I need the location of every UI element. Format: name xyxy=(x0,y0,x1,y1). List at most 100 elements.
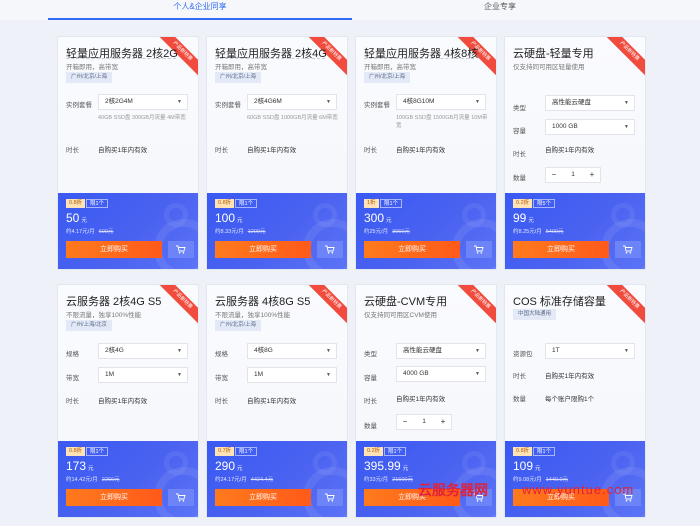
duration-value: 自购买1年内有效 xyxy=(247,398,297,405)
price-value: 100 xyxy=(215,211,236,225)
add-to-cart-button[interactable] xyxy=(317,241,343,258)
monthly-price: 约14.42元/月 2266元 xyxy=(66,475,120,483)
buy-now-button[interactable]: 立即购买 xyxy=(66,241,162,258)
tab-personal-enterprise[interactable]: 个人&企业同享 xyxy=(48,0,352,20)
spec-description: 100GB SSD盘 1500GB月流量 10M带宽 xyxy=(396,115,488,129)
discount-badge: 1折 xyxy=(364,199,379,208)
decrement-button[interactable]: − xyxy=(546,168,562,182)
title-underline xyxy=(215,58,325,59)
monthly-value: 约14.42元/月 xyxy=(66,477,98,483)
discount-badge: 0.2折 xyxy=(513,199,533,208)
price-value: 300 xyxy=(364,211,385,225)
spec-select[interactable]: 2核4G6M ▼ xyxy=(247,94,337,110)
decoration-circle xyxy=(611,203,635,227)
chevron-down-icon: ▼ xyxy=(326,99,331,105)
disk-type-select[interactable]: 高性能云硬盘 ▼ xyxy=(545,95,635,111)
chevron-down-icon: ▼ xyxy=(326,372,331,378)
original-price: 600元 xyxy=(98,229,114,235)
spec-select[interactable]: 4核8G10M ▼ xyxy=(396,94,486,110)
capacity-select[interactable]: 1000 GB ▼ xyxy=(545,119,635,135)
price-value: 395.99 xyxy=(364,459,401,473)
price-panel: 1折 限1个 300 元 约25元/月 3060元 立即购买 xyxy=(356,193,496,269)
buy-now-button[interactable]: 立即购买 xyxy=(66,489,162,506)
buy-now-button[interactable]: 立即购买 xyxy=(215,489,311,506)
add-to-cart-button[interactable] xyxy=(168,241,194,258)
chevron-down-icon: ▼ xyxy=(624,100,629,106)
spec-select[interactable]: 4核8G ▼ xyxy=(247,343,337,359)
capacity-select[interactable]: 4000 GB ▼ xyxy=(396,366,486,382)
spec-label: 规格 xyxy=(215,351,228,358)
card-title: 云硬盘-CVM专用 xyxy=(364,296,448,308)
add-to-cart-button[interactable] xyxy=(615,241,641,258)
cart-icon xyxy=(325,493,335,502)
add-to-cart-button[interactable] xyxy=(317,489,343,506)
chevron-down-icon: ▼ xyxy=(624,124,629,130)
duration-value: 自购买1年内有效 xyxy=(98,147,148,154)
chevron-down-icon: ▼ xyxy=(475,371,480,377)
disk-type-select[interactable]: 高性能云硬盘 ▼ xyxy=(396,343,486,359)
card-title: 云硬盘-轻量专用 xyxy=(513,48,594,60)
region-badge: 广州/北京/上海 xyxy=(364,72,411,83)
price-panel: 0.2折 限5个 99 元 约8.25元/月 5400元 立即购买 xyxy=(505,193,645,269)
price-value: 109 xyxy=(513,459,534,473)
region-badge: 广州/北京/上海 xyxy=(66,72,113,83)
price-value: 290 xyxy=(215,459,236,473)
promo-ribbon: 产品新特惠 xyxy=(600,37,645,81)
bandwidth-select[interactable]: 1M ▼ xyxy=(247,367,337,383)
cart-icon xyxy=(176,245,186,254)
limit-badge: 限1个 xyxy=(235,199,258,208)
increment-button[interactable]: + xyxy=(435,415,451,429)
price-panel: 0.2折 限1个 395.99 元 约33元/月 21600元 立即购买 xyxy=(356,441,496,517)
spec-value: 2核2G4M xyxy=(105,98,133,105)
decrement-button[interactable]: − xyxy=(397,415,413,429)
spec-description: 60GB SSD盘 1000GB月流量 6M带宽 xyxy=(247,115,338,121)
buy-now-button[interactable]: 立即购买 xyxy=(215,241,311,258)
tab-enterprise[interactable]: 企业专享 xyxy=(352,0,648,20)
price: 290 元 xyxy=(215,459,243,473)
quantity-stepper: − 1 + xyxy=(396,414,452,430)
price: 109 元 xyxy=(513,459,541,473)
increment-button[interactable]: + xyxy=(584,168,600,182)
price-panel: 0.8折 限1个 173 元 约14.42元/月 2266元 立即购买 xyxy=(58,441,198,517)
price-unit: 元 xyxy=(528,218,534,224)
monthly-price: 约24.17元/月 4424.4元 xyxy=(215,475,273,483)
monthly-price: 约8.33元/月 1200元 xyxy=(215,227,265,235)
add-to-cart-button[interactable] xyxy=(466,241,492,258)
quantity-value[interactable]: 1 xyxy=(413,415,435,429)
disk-type-value: 高性能云硬盘 xyxy=(552,99,591,106)
resource-pack-select[interactable]: 1T ▼ xyxy=(545,343,635,359)
card-subtitle: 开箱即用，高带宽 xyxy=(66,64,118,71)
duration-value: 自购买1年内有效 xyxy=(396,147,446,154)
bandwidth-select[interactable]: 1M ▼ xyxy=(98,367,188,383)
chevron-down-icon: ▼ xyxy=(475,348,480,354)
spec-select[interactable]: 2核2G4M ▼ xyxy=(98,94,188,110)
chevron-down-icon: ▼ xyxy=(177,372,182,378)
spec-label: 实例套餐 xyxy=(364,102,390,109)
buy-now-button[interactable]: 立即购买 xyxy=(513,241,609,258)
spec-select[interactable]: 2核4G ▼ xyxy=(98,343,188,359)
original-price: 4424.4元 xyxy=(250,477,274,483)
card-subtitle: 不限流量，独享100%性能 xyxy=(66,312,142,319)
limit-badge: 限1个 xyxy=(384,447,407,456)
title-underline xyxy=(66,58,176,59)
decoration-circle xyxy=(462,451,486,475)
limit-badge: 限1个 xyxy=(86,199,109,208)
duration-label: 时长 xyxy=(513,373,526,380)
decoration-circle xyxy=(313,451,337,475)
buy-now-button[interactable]: 立即购买 xyxy=(364,241,460,258)
card-subtitle: 仅支持同可用区轻量使用 xyxy=(513,64,585,71)
quantity-value[interactable]: 1 xyxy=(562,168,584,182)
duration-value: 自购买1年内有效 xyxy=(545,373,595,380)
product-card-cbs-lighthouse: 产品新特惠 云硬盘-轻量专用 仅支持同可用区轻量使用 类型 高性能云硬盘 ▼ 容量… xyxy=(504,36,646,270)
price-unit: 元 xyxy=(535,466,541,472)
cart-icon xyxy=(623,245,633,254)
card-subtitle: 开箱即用，高带宽 xyxy=(364,64,416,71)
resource-pack-value: 1T xyxy=(552,347,560,354)
monthly-value: 约8.25元/月 xyxy=(513,229,542,235)
quantity-stepper: − 1 + xyxy=(545,167,601,183)
duration-label: 时长 xyxy=(364,147,377,154)
chevron-down-icon: ▼ xyxy=(177,348,182,354)
bandwidth-value: 1M xyxy=(105,371,115,378)
add-to-cart-button[interactable] xyxy=(168,489,194,506)
price: 100 元 xyxy=(215,211,243,225)
